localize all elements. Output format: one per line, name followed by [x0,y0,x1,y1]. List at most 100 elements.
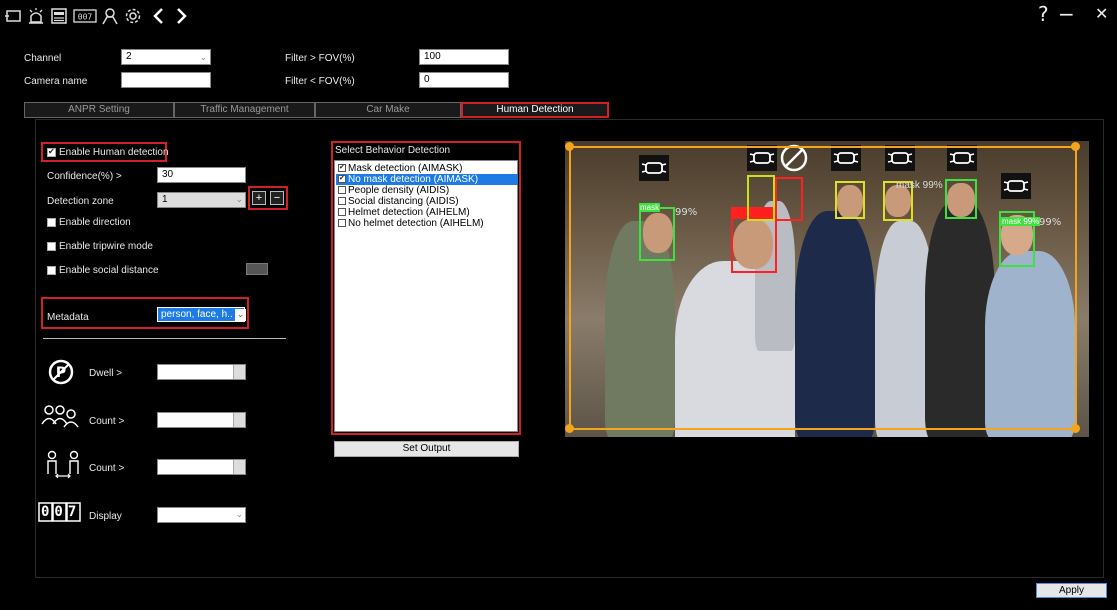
detection-tag: mask 99% [1001,217,1041,226]
detection-percent: 99% [1039,217,1062,228]
people-group-icon [40,404,84,428]
behavior-item-mask[interactable]: Mask detection (AIMASK) [336,162,518,174]
metadata-select[interactable]: person, face, h.. [157,307,245,322]
tab-anpr-setting[interactable]: ANPR Setting [24,102,174,118]
apply-button[interactable]: Apply [1036,583,1107,598]
chevron-down-icon[interactable]: ⌄ [235,309,246,321]
enable-social-distance-label: Enable social distance [59,265,159,276]
camera-preview: mask mask 99% mask 99% 99% 99% [565,141,1089,437]
people-density-checkbox[interactable] [338,186,346,194]
detection-zone-select[interactable]: 1 ⌄ [157,192,246,208]
tab-traffic-management[interactable]: Traffic Management [174,102,315,118]
mask-icon [1001,173,1031,199]
count-distance-label: Count > [89,463,125,474]
chevron-right-icon[interactable] [172,7,190,25]
behavior-item-people-density[interactable]: People density (AIDIS) [336,185,518,196]
no-helmet-checkbox[interactable] [338,219,346,227]
social-distance-button[interactable] [246,263,268,275]
display-icon[interactable] [50,7,68,25]
zone-edge [569,146,1077,148]
tab-car-make[interactable]: Car Make [315,102,461,118]
dwell-select[interactable] [157,364,246,380]
alarm-icon[interactable] [27,7,45,25]
behavior-item-label: No mask detection (AIMASK) [348,174,479,185]
count-distance-select[interactable] [157,459,246,475]
zone-edge [569,146,571,430]
zone-handle[interactable] [565,142,574,151]
behavior-item-label: Mask detection (AIMASK) [348,163,463,174]
behavior-item-no-helmet[interactable]: No helmet detection (AIHELM) [336,218,518,229]
count-select[interactable] [157,412,246,428]
zone-edge [1075,146,1077,430]
enable-direction-checkbox[interactable] [47,218,56,227]
enable-social-distance-checkbox[interactable] [47,266,56,275]
detection-zone-value: 1 [162,194,168,205]
zone-handle[interactable] [1071,142,1080,151]
user-icon[interactable] [101,7,119,25]
detection-tag: mask 99% [896,180,943,191]
distance-people-icon [44,450,84,480]
channel-label: Channel [24,53,62,64]
filter-gt-label: Filter > FOV(%) [285,53,355,64]
divider [43,338,286,339]
add-zone-button[interactable]: + [252,191,266,205]
zone-handle[interactable] [1071,424,1080,433]
dwell-label: Dwell > [89,368,123,379]
window-icon[interactable] [4,7,22,25]
tab-human-detection[interactable]: Human Detection [461,102,609,118]
display-select[interactable]: ⌄ [157,507,246,523]
behavior-list[interactable]: Mask detection (AIMASK) No mask detectio… [334,160,518,432]
metadata-label: Metadata [47,312,89,323]
behavior-title: Select Behavior Detection [335,145,451,156]
set-output-button[interactable]: Set Output [334,441,519,457]
camera-name-input[interactable] [121,72,211,88]
behavior-item-no-mask[interactable]: No mask detection (AIMASK) [336,173,518,185]
counter-icon[interactable]: 007 [73,7,97,25]
confidence-label: Confidence(%) > [47,171,122,182]
behavior-item-label: Helmet detection (AIHELM) [348,207,470,218]
mask-icon [747,145,777,171]
filter-gt-input[interactable]: 100 [419,49,509,65]
zone-handle[interactable] [565,424,574,433]
no-parking-icon: P [48,359,74,385]
helmet-checkbox[interactable] [338,208,346,216]
enable-human-checkbox[interactable] [47,147,56,157]
no-mask-checkbox[interactable] [338,173,346,184]
gear-icon[interactable] [124,7,142,25]
behavior-item-social-distancing[interactable]: Social distancing (AIDIS) [336,196,518,207]
mask-detection-box [639,207,675,261]
mask-detection-box [945,179,977,219]
help-button[interactable]: ? [1038,4,1049,24]
mask-detection-box [835,181,865,219]
minimize-button[interactable]: − [1058,4,1075,24]
svg-text:007: 007 [78,13,93,22]
no-mask-detection-box [775,177,803,221]
detection-zone-label: Detection zone [47,196,114,207]
mask-icon [947,145,977,171]
display-label: Display [89,511,122,522]
detection-tag: mask [639,203,661,212]
person-shape [795,211,875,437]
enable-direction-label: Enable direction [59,217,131,228]
chevron-down-icon: ⌄ [235,194,243,204]
mask-detection-box [747,175,775,221]
remove-zone-button[interactable]: − [270,191,284,205]
behavior-item-label: Social distancing (AIDIS) [348,196,459,207]
person-shape [985,251,1075,437]
confidence-input[interactable]: 30 [157,167,246,183]
channel-select[interactable]: 2 ⌄ [121,49,211,65]
close-button[interactable]: ✕ [1095,4,1108,24]
filter-lt-label: Filter < FOV(%) [285,76,355,87]
display-counter-text: 007 [41,504,82,520]
behavior-item-label: No helmet detection (AIHELM) [348,218,484,229]
behavior-item-helmet[interactable]: Helmet detection (AIHELM) [336,207,518,218]
filter-lt-input[interactable]: 0 [419,72,509,88]
mask-checkbox[interactable] [338,162,346,173]
social-distancing-checkbox[interactable] [338,197,346,205]
chevron-left-icon[interactable] [150,7,168,25]
count-label: Count > [89,416,125,427]
behavior-item-label: People density (AIDIS) [348,185,450,196]
mask-icon [885,145,915,171]
enable-tripwire-checkbox[interactable] [47,242,56,251]
mask-icon [639,155,669,181]
